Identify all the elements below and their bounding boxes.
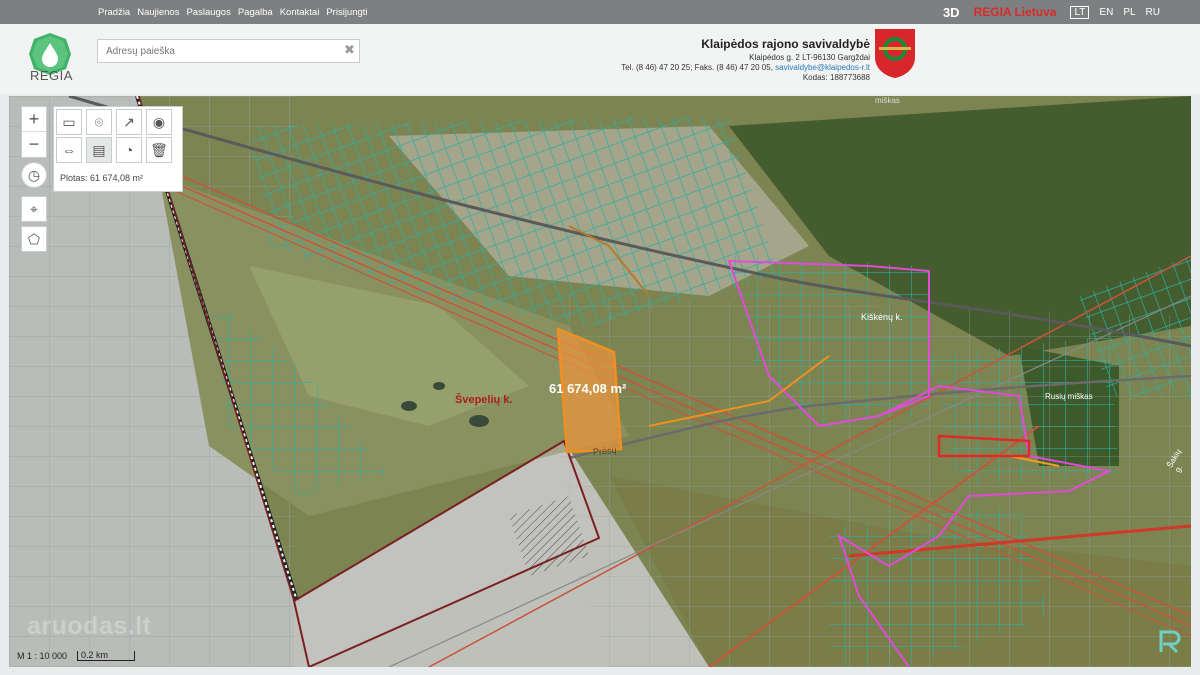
phone-fax: Tel. (8 46) 47 20 25; Faks. (8 46) 47 20… — [621, 63, 773, 72]
place-rusiu-miskas: Rusių miškas — [1045, 392, 1093, 401]
top-bar: Pradžia Naujienos Paslaugos Pagalba Kont… — [0, 0, 1200, 24]
place-miskas: miškas — [875, 96, 900, 105]
measure-panel: ▭ ⌾ ↗ ◉ ⇔ ▤ ◔ 🗑 Plotas: 61 674,08 m² — [53, 106, 183, 192]
lang-ru[interactable]: RU — [1146, 7, 1160, 18]
header: REGIA ✖ Klaipėdos rajono savivaldybė Kla… — [0, 24, 1200, 94]
scale-distance: 0.2 km — [77, 651, 136, 661]
view-3d-button[interactable]: 3D — [943, 5, 960, 20]
municipality-name: Klaipėdos rajono savivaldybė — [701, 37, 870, 51]
place-presu: Prėsų — [592, 444, 617, 458]
regia-lietuva-link[interactable]: REGIA Lietuva — [974, 5, 1057, 19]
map-view[interactable]: 61 674,08 m² Švepelių k. Prėsų Kiškėnų k… — [9, 96, 1191, 667]
parcel-area-label: 61 674,08 m² — [549, 381, 627, 396]
watermark-text: aruodas.lt — [27, 612, 152, 640]
measure-distance-icon[interactable]: ⇔ — [56, 137, 82, 163]
place-kiskeniai: Kiškėnų k. — [861, 312, 903, 322]
nav-help[interactable]: Pagalba — [238, 7, 273, 18]
point-icon[interactable]: ◉ — [146, 109, 172, 135]
measure-radius-icon[interactable]: ◔ — [116, 137, 142, 163]
municipality-contacts: Tel. (8 46) 47 20 25; Faks. (8 46) 47 20… — [621, 63, 870, 73]
locate-icon[interactable]: ⌖ — [21, 196, 47, 222]
region-icon[interactable]: ⬠ — [21, 226, 47, 252]
delete-icon[interactable]: 🗑 — [146, 137, 172, 163]
export-icon[interactable]: ↗ — [116, 109, 142, 135]
place-svepeliu: Švepelių k. — [455, 394, 513, 406]
clear-search-icon[interactable]: ✖ — [344, 42, 355, 58]
municipality-info: Klaipėdos rajono savivaldybė Klaipėdos g… — [621, 36, 870, 83]
top-nav: Pradžia Naujienos Paslaugos Pagalba Kont… — [98, 0, 368, 24]
lang-en[interactable]: EN — [1099, 7, 1113, 18]
address-search-input[interactable] — [97, 39, 360, 63]
measure-area-icon[interactable]: ▤ — [86, 137, 112, 163]
top-right: 3D REGIA Lietuva LT EN PL RU — [943, 0, 1160, 24]
zoom-out-button[interactable]: − — [22, 132, 46, 157]
logo-text: REGIA — [30, 68, 73, 83]
municipality-code: Kodas: 188773688 — [802, 73, 870, 82]
zoom-control: + − — [21, 106, 47, 158]
nav-login[interactable]: Prisijungti — [326, 7, 367, 18]
measured-area-text: Plotas: 61 674,08 m² — [60, 173, 144, 183]
lang-lt[interactable]: LT — [1070, 5, 1090, 19]
email-link[interactable]: savivaldybe@klaipedos-r.lt — [775, 63, 870, 72]
coat-of-arms-icon — [875, 29, 915, 78]
nav-home[interactable]: Pradžia — [98, 7, 130, 18]
municipality-address: Klaipėdos g. 2 LT-96130 Gargždai — [749, 53, 870, 62]
lang-pl[interactable]: PL — [1123, 7, 1135, 18]
nav-news[interactable]: Naujienos — [137, 7, 179, 18]
place-marker-icon[interactable]: ⌾ — [86, 109, 112, 135]
measure-length-icon[interactable]: ▭ — [56, 109, 82, 135]
regia-corner-logo-icon — [1159, 630, 1181, 654]
nav-services[interactable]: Paslaugos — [186, 7, 230, 18]
compass-icon[interactable]: ◷ — [21, 162, 47, 188]
zoom-in-button[interactable]: + — [22, 107, 46, 132]
scale-bar: M 1 : 10 000 0.2 km — [17, 649, 136, 663]
nav-contacts[interactable]: Kontaktai — [280, 7, 320, 18]
scale-ratio: M 1 : 10 000 — [17, 651, 68, 661]
